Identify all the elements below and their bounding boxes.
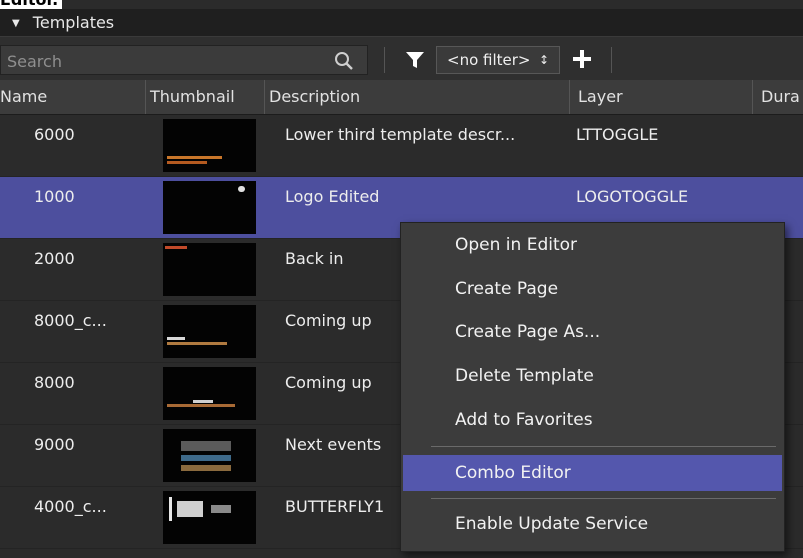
row-description: BUTTERFLY1 <box>285 497 385 516</box>
toolbar: <no filter> ↕ <box>0 36 803 81</box>
row-name: 9000 <box>34 435 75 454</box>
panel-title: Templates <box>32 13 115 32</box>
context-menu: Open in Editor Create Page Create Page A… <box>400 222 785 552</box>
toolbar-separator <box>384 47 385 73</box>
row-description: Coming up <box>285 311 372 330</box>
row-name: 8000_c... <box>34 311 107 330</box>
row-description: Logo Edited <box>285 187 380 206</box>
column-header-thumbnail[interactable]: Thumbnail <box>146 80 265 114</box>
row-thumbnail <box>163 305 256 358</box>
row-layer: LOGOTOGGLE <box>576 187 689 206</box>
filter-select-value: <no filter> <box>447 51 531 69</box>
toolbar-separator <box>611 47 612 73</box>
column-header-duration[interactable]: Dura <box>753 80 803 114</box>
menu-item-enable-update-service[interactable]: Enable Update Service <box>401 506 784 542</box>
search-input[interactable] <box>1 46 329 76</box>
templates-panel-header[interactable]: ▼ Templates <box>0 9 803 36</box>
menu-divider <box>431 446 776 447</box>
menu-item-create-page[interactable]: Create Page <box>401 271 784 307</box>
row-layer: LTTOGGLE <box>576 125 659 144</box>
collapse-arrow-icon[interactable]: ▼ <box>12 18 20 29</box>
menu-divider <box>431 498 776 499</box>
row-thumbnail <box>163 243 256 296</box>
row-thumbnail <box>163 367 256 420</box>
row-name: 2000 <box>34 249 75 268</box>
column-header-description[interactable]: Description <box>265 80 570 114</box>
add-icon[interactable] <box>570 47 594 71</box>
row-name: 6000 <box>34 125 75 144</box>
column-header-row: Name Thumbnail Description Layer Dura <box>0 80 803 115</box>
row-name: 8000 <box>34 373 75 392</box>
page-caption: Editor. <box>0 0 63 9</box>
row-description: Back in <box>285 249 344 268</box>
filter-icon[interactable] <box>405 50 425 70</box>
row-name: 1000 <box>34 187 75 206</box>
row-thumbnail <box>163 181 256 234</box>
menu-item-combo-editor[interactable]: Combo Editor <box>403 455 782 491</box>
row-description: Coming up <box>285 373 372 392</box>
row-description: Next events <box>285 435 382 454</box>
search-icon[interactable] <box>333 50 355 72</box>
select-arrows-icon: ↕ <box>538 53 549 67</box>
search-box[interactable] <box>0 45 368 76</box>
filter-select[interactable]: <no filter> ↕ <box>436 46 560 74</box>
table-row[interactable]: 6000 Lower third template descr... LTTOG… <box>0 115 803 177</box>
menu-item-open-in-editor[interactable]: Open in Editor <box>401 227 784 263</box>
menu-item-create-page-as[interactable]: Create Page As... <box>401 314 784 350</box>
menu-item-add-to-favorites[interactable]: Add to Favorites <box>401 402 784 438</box>
column-header-layer[interactable]: Layer <box>570 80 753 114</box>
column-header-name[interactable]: Name <box>0 80 146 114</box>
row-thumbnail <box>163 119 256 172</box>
row-thumbnail <box>163 429 256 482</box>
row-thumbnail <box>163 491 256 544</box>
menu-item-delete-template[interactable]: Delete Template <box>401 358 784 394</box>
row-description: Lower third template descr... <box>285 125 516 144</box>
row-name: 4000_c... <box>34 497 107 516</box>
